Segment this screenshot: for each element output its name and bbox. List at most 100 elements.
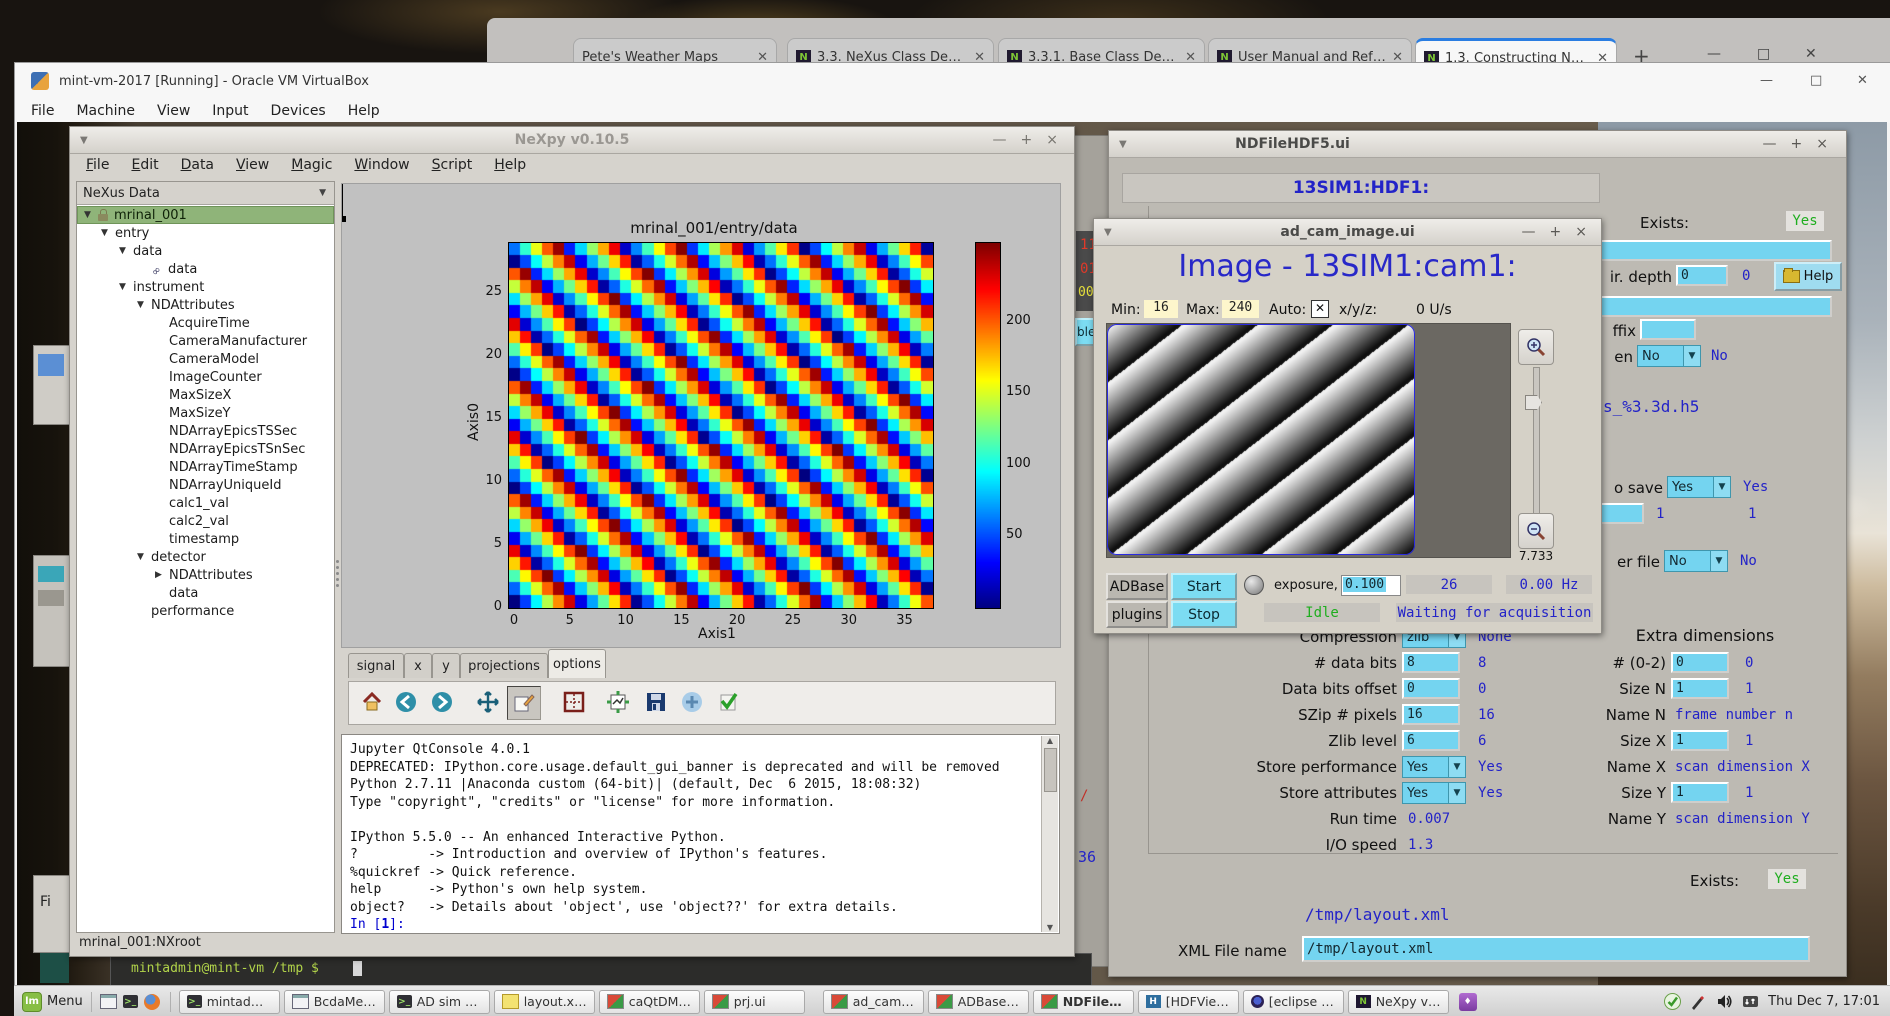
taskbar-button--eclipse-[interactable]: [eclipse - ... xyxy=(1243,990,1344,1014)
taskbar-button-ndfileh-[interactable]: NDFileH... xyxy=(1033,990,1134,1014)
minimize-button[interactable]: — xyxy=(1522,224,1536,240)
ndfilehdf5-titlebar[interactable]: ▼ NDFileHDF5.ui xyxy=(1109,131,1846,158)
zoom-out-icon[interactable] xyxy=(1518,513,1554,549)
splitter-handle[interactable] xyxy=(336,557,339,590)
clock[interactable]: Thu Dec 7, 17:01 xyxy=(1768,994,1880,1009)
tree-item-AcquireTime[interactable]: AcquireTime xyxy=(77,314,334,332)
nexpy-menu-data[interactable]: Data xyxy=(181,157,214,173)
tree-item-calc1_val[interactable]: calc1_val xyxy=(77,494,334,512)
tree-item-entry[interactable]: ▼entry xyxy=(77,224,334,242)
nexpy-menu-edit[interactable]: Edit xyxy=(131,157,158,173)
minimize-button[interactable]: — xyxy=(993,132,1007,148)
hdf5-save-dropdown[interactable]: Yes▼ xyxy=(1667,476,1731,498)
menu-button[interactable]: lm Menu xyxy=(22,992,83,1012)
nexpy-menu-file[interactable]: File xyxy=(86,157,109,173)
hdf5-suffix-input[interactable] xyxy=(1640,319,1696,340)
save-icon[interactable] xyxy=(643,689,669,715)
tree-item-data[interactable]: ∞data xyxy=(77,260,334,278)
microphone-icon[interactable]: ♦ xyxy=(1459,993,1477,1011)
tree-item-mrinal_001[interactable]: ▼mrinal_001 xyxy=(77,206,334,224)
vbox-menu-devices[interactable]: Devices xyxy=(271,103,326,119)
tree-expand-icon[interactable]: ▼ xyxy=(137,552,151,562)
hdf5-row-input-2[interactable]: 0 xyxy=(1402,678,1460,699)
adbase-button[interactable]: ADBase xyxy=(1106,573,1168,600)
close-button[interactable]: × xyxy=(1046,132,1058,148)
apply-icon[interactable] xyxy=(715,689,741,715)
taskbar-button-adbase-ui[interactable]: ADBase.ui xyxy=(928,990,1029,1014)
tree-item-data[interactable]: ▼data xyxy=(77,242,334,260)
exposure-input[interactable]: 0.100 xyxy=(1341,575,1401,596)
browser-minimize-button[interactable]: — xyxy=(1707,46,1721,62)
hdf5-extra-input-5[interactable]: 1 xyxy=(1671,782,1729,803)
minimize-button[interactable]: — xyxy=(1763,136,1777,152)
paintbrush-icon[interactable] xyxy=(1688,992,1708,1012)
hdf5-row-input-3[interactable]: 16 xyxy=(1402,704,1460,725)
console-panel[interactable]: Jupyter QtConsole 4.0.1 DEPRECATED: IPyt… xyxy=(341,734,1060,934)
pan-icon[interactable] xyxy=(475,689,501,715)
network-icon[interactable] xyxy=(1740,992,1760,1012)
vbox-menu-view[interactable]: View xyxy=(157,103,190,119)
zoom-slider-track[interactable] xyxy=(1533,367,1540,515)
tree-item-calc2_val[interactable]: calc2_val xyxy=(77,512,334,530)
taskbar-button--hdfview-[interactable]: H[HDFView ... xyxy=(1138,990,1239,1014)
hdf5-row-dropdown-6[interactable]: Yes▼ xyxy=(1402,782,1466,804)
browser-close-button[interactable]: ✕ xyxy=(1805,46,1817,62)
vbox-menu-input[interactable]: Input xyxy=(212,103,248,119)
hdf5-help-button[interactable]: Help xyxy=(1774,262,1842,291)
close-button[interactable]: × xyxy=(1816,136,1828,152)
scroll-down-icon[interactable]: ▼ xyxy=(1042,923,1058,932)
console-scrollbar[interactable]: ▲ ▼ xyxy=(1041,736,1058,932)
show-desktop-icon[interactable] xyxy=(100,994,117,1009)
min-value[interactable]: 16 xyxy=(1144,300,1178,318)
tree-item-NDAttributes[interactable]: ▼NDAttributes xyxy=(77,296,334,314)
maximize-button[interactable]: + xyxy=(1791,136,1803,152)
tree-item-detector[interactable]: ▼detector xyxy=(77,548,334,566)
tree-expand-icon[interactable]: ▼ xyxy=(119,282,133,292)
taskbar-button-prj-ui[interactable]: prj.ui xyxy=(704,990,805,1014)
max-value[interactable]: 240 xyxy=(1222,300,1259,318)
plot-tab-x[interactable]: x xyxy=(404,653,432,678)
nexpy-titlebar[interactable]: ▼ NeXpy v0.10.5 xyxy=(70,127,1074,154)
tree-item-ImageCounter[interactable]: ImageCounter xyxy=(77,368,334,386)
plot-tab-y[interactable]: y xyxy=(432,653,460,678)
tree-item-instrument[interactable]: ▼instrument xyxy=(77,278,334,296)
back-icon[interactable] xyxy=(393,689,419,715)
browser-maximize-button[interactable]: □ xyxy=(1757,46,1770,62)
maximize-button[interactable]: + xyxy=(1550,224,1562,240)
tree-item-MaxSizeX[interactable]: MaxSizeX xyxy=(77,386,334,404)
vbox-menu-help[interactable]: Help xyxy=(348,103,380,119)
tree-expand-icon[interactable]: ▶ xyxy=(155,570,169,580)
hdf5-overwrite-dropdown[interactable]: No▼ xyxy=(1664,550,1728,572)
taskbar-button-mintadmi-[interactable]: >_mintadmi... xyxy=(179,990,280,1014)
nexpy-menu-window[interactable]: Window xyxy=(354,157,409,173)
nexpy-menu-magic[interactable]: Magic xyxy=(291,157,332,173)
camera-image-widget[interactable] xyxy=(1106,323,1511,558)
auto-checkbox[interactable]: ✕ xyxy=(1311,300,1329,318)
tree-header[interactable]: NeXus Data ▼ xyxy=(77,182,334,205)
plot-tab-signal[interactable]: signal xyxy=(348,653,404,678)
hdf5-row-dropdown-5[interactable]: Yes▼ xyxy=(1402,756,1466,778)
hdf5-xml-input[interactable]: /tmp/layout.xml xyxy=(1302,936,1810,962)
taskbar-button-ad-cam-i-[interactable]: ad_cam_i... xyxy=(823,990,924,1014)
nexpy-menu-help[interactable]: Help xyxy=(494,157,526,173)
tree-expand-icon[interactable]: ▼ xyxy=(119,246,133,256)
terminal-launcher-icon[interactable]: >_ xyxy=(123,995,138,1008)
firefox-icon[interactable] xyxy=(144,994,160,1010)
tree-item-CameraModel[interactable]: CameraModel xyxy=(77,350,334,368)
hdf5-row-input-1[interactable]: 8 xyxy=(1402,652,1460,673)
nexpy-menu-script[interactable]: Script xyxy=(432,157,473,173)
limits-icon[interactable] xyxy=(605,689,631,715)
taskbar-button-ad-sim-det[interactable]: >_AD sim det xyxy=(389,990,490,1014)
plot-tab-options[interactable]: options xyxy=(548,649,606,678)
taskbar-button-nexpy-v0-[interactable]: NNeXpy v0.... xyxy=(1348,990,1449,1014)
vbox-menu-file[interactable]: File xyxy=(31,103,54,119)
grid-icon[interactable] xyxy=(561,689,587,715)
hdf5-row-input-4[interactable]: 6 xyxy=(1402,730,1460,751)
tree-item-NDArrayEpicsTSSec[interactable]: NDArrayEpicsTSSec xyxy=(77,422,334,440)
taskbar-button-bcdamen-[interactable]: BcdaMen... xyxy=(284,990,385,1014)
tree-item-CameraManufacturer[interactable]: CameraManufacturer xyxy=(77,332,334,350)
hdf5-extra-input-3[interactable]: 1 xyxy=(1671,730,1729,751)
customize-icon[interactable] xyxy=(507,686,541,720)
close-button[interactable]: × xyxy=(1575,224,1587,240)
vbox-minimize-button[interactable]: — xyxy=(1760,73,1773,88)
